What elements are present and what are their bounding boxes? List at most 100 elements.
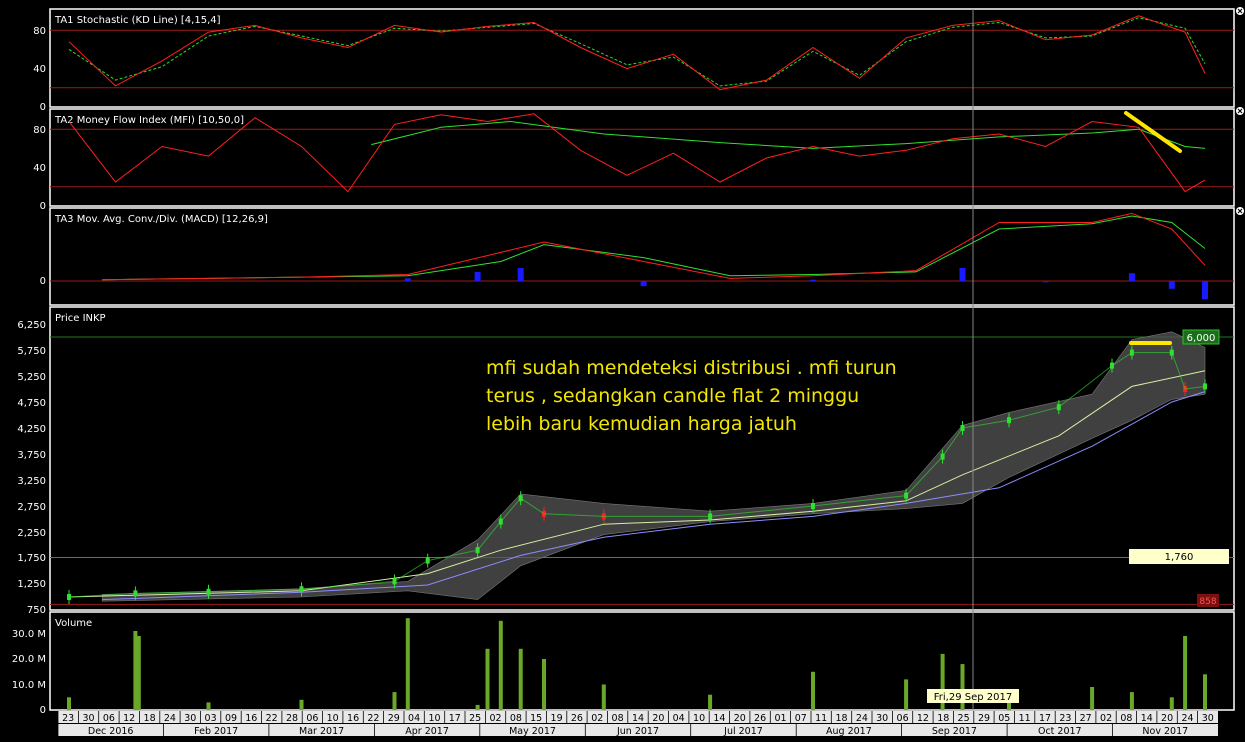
- volume-tick: 0: [40, 705, 46, 716]
- price-label-mid-text: 1,760: [1165, 552, 1194, 563]
- month-label: Jul 2017: [723, 726, 763, 737]
- macd-histogram-bar: [517, 268, 524, 281]
- day-label: 07: [795, 713, 807, 724]
- day-label: 19: [551, 713, 563, 724]
- close-icon[interactable]: [1236, 107, 1244, 115]
- price-label-low: 858: [1197, 594, 1219, 607]
- volume-title: Volume: [55, 618, 92, 629]
- volume-bar: [206, 702, 211, 710]
- price-tick: 4,250: [17, 424, 46, 435]
- month-label: Feb 2017: [194, 726, 238, 737]
- day-label: 10: [693, 713, 705, 724]
- month-label: Dec 2016: [88, 726, 134, 737]
- month-label: Oct 2017: [1038, 726, 1082, 737]
- day-label: 30: [1202, 713, 1214, 724]
- day-label: 08: [1120, 713, 1132, 724]
- volume-bar: [299, 699, 304, 710]
- volume-bar: [1090, 687, 1095, 710]
- price-tick: 750: [27, 605, 46, 616]
- volume-bar: [475, 704, 480, 710]
- day-label: 17: [449, 713, 461, 724]
- month-label: Nov 2017: [1142, 726, 1188, 737]
- volume-tick: 10.0 M: [12, 680, 46, 691]
- volume-bar: [1169, 697, 1174, 711]
- close-icon[interactable]: [1236, 7, 1244, 15]
- day-label: 06: [103, 713, 115, 724]
- day-label: 26: [571, 713, 583, 724]
- day-label: 24: [1181, 713, 1193, 724]
- day-label: 20: [652, 713, 664, 724]
- price-tick: 1,750: [17, 553, 46, 564]
- analysis-note: mfi sudah mendeteksi distribusi . mfi tu…: [486, 357, 897, 435]
- price-label-mid: 1,760: [1129, 549, 1229, 564]
- macd-y-ticks: 0: [40, 276, 46, 287]
- date-axis: 23 30 06 12 18 24 30 03 09 16 22 28 06 10 16 22 29 04 10 17…: [57, 711, 1218, 737]
- volume-bar: [498, 620, 503, 711]
- crosshair-date-label: Fri,29 Sep 2017: [927, 689, 1019, 703]
- day-label: 11: [815, 713, 827, 724]
- month-label: Sep 2017: [932, 726, 977, 737]
- price-tick: 5,250: [17, 372, 46, 383]
- macd-histogram-bar: [1042, 281, 1049, 283]
- mfi-title: TA2 Money Flow Index (MFI) [10,50,0]: [54, 115, 244, 126]
- day-label: 16: [347, 713, 359, 724]
- volume-y-ticks: 30.0 M 20.0 M 10.0 M 0: [12, 629, 46, 716]
- day-label: 12: [917, 713, 929, 724]
- day-label: 05: [998, 713, 1010, 724]
- day-label: 17: [1039, 713, 1051, 724]
- day-label: 27: [1080, 713, 1092, 724]
- price-panel: [49, 306, 1235, 611]
- day-label: 02: [591, 713, 603, 724]
- volume-panel: [49, 611, 1235, 711]
- day-label: 18: [144, 713, 156, 724]
- crosshair-date-text: Fri,29 Sep 2017: [934, 692, 1012, 703]
- stoch-tick: 0: [40, 102, 46, 113]
- price-tick: 2,750: [17, 502, 46, 513]
- day-label: 06: [897, 713, 909, 724]
- volume-tick: 20.0 M: [12, 654, 46, 665]
- day-label: 03: [205, 713, 217, 724]
- volume-bar: [601, 684, 606, 710]
- day-label: 12: [123, 713, 135, 724]
- day-label: 30: [82, 713, 94, 724]
- macd-tick: 0: [40, 276, 46, 287]
- month-label: Apr 2017: [405, 726, 449, 737]
- close-icon[interactable]: [1236, 207, 1244, 215]
- volume-bar: [1203, 674, 1207, 710]
- day-label: 22: [367, 713, 379, 724]
- day-label: 25: [958, 713, 970, 724]
- day-label: 04: [408, 713, 420, 724]
- day-label: 14: [632, 713, 644, 724]
- price-title: Price INKP: [55, 313, 106, 324]
- mfi-tick: 80: [33, 125, 46, 136]
- price-tick: 5,750: [17, 346, 46, 357]
- volume-bar: [811, 671, 815, 711]
- macd-histogram-bar: [810, 279, 816, 281]
- day-label: 22: [266, 713, 278, 724]
- day-label: 08: [510, 713, 522, 724]
- price-y-ticks: 6,250 5,750 5,250 4,750 4,250 3,750 3,25…: [17, 320, 46, 616]
- day-label: 18: [835, 713, 847, 724]
- volume-bar: [904, 679, 909, 710]
- day-label: 08: [612, 713, 624, 724]
- day-label: 28: [286, 713, 298, 724]
- day-label: 14: [1141, 713, 1153, 724]
- macd-histogram-bar: [1168, 281, 1175, 289]
- price-label-top-text: 6,000: [1187, 333, 1216, 344]
- day-label: 18: [937, 713, 949, 724]
- month-label: Jun 2017: [616, 726, 659, 737]
- mfi-tick: 0: [40, 201, 46, 212]
- day-label: 02: [489, 713, 501, 724]
- stoch-tick: 40: [33, 64, 46, 75]
- day-label: 04: [673, 713, 685, 724]
- day-label: 06: [306, 713, 318, 724]
- day-label: 09: [225, 713, 237, 724]
- day-label: 23: [62, 713, 74, 724]
- volume-bar: [392, 692, 397, 710]
- stoch-tick: 80: [33, 26, 46, 37]
- stoch-panel: [49, 8, 1235, 108]
- day-label: 25: [469, 713, 481, 724]
- day-label: 10: [428, 713, 440, 724]
- macd-histogram-bar: [474, 271, 481, 281]
- day-label: 23: [1059, 713, 1071, 724]
